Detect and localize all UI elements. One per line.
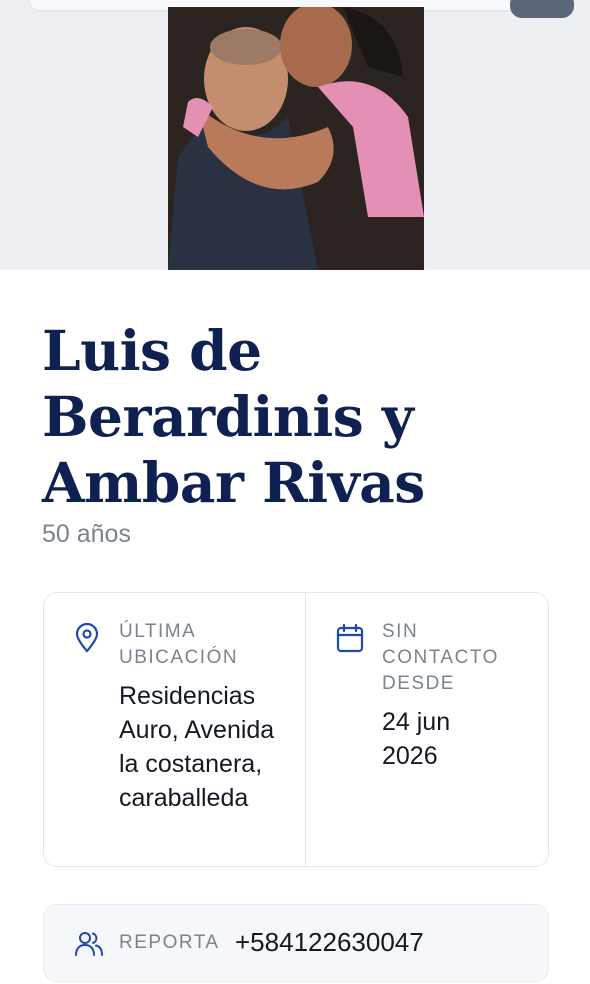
profile-photo xyxy=(168,7,424,270)
last-location-label-line2: UBICACIÓN xyxy=(119,647,239,668)
calendar-icon xyxy=(336,623,364,658)
no-contact-label-line3: DESDE xyxy=(382,673,455,694)
photo-header xyxy=(0,0,590,270)
reporter-box[interactable]: REPORTA +584122630047 xyxy=(43,904,549,982)
last-location-value: Residencias Auro, Avenida la costanera, … xyxy=(119,682,275,812)
last-location-label-line1: ÚLTIMA xyxy=(119,621,197,642)
no-contact-label-line2: CONTACTO xyxy=(382,647,499,668)
no-contact-since: SIN CONTACTO DESDE 24 jun 2026 xyxy=(382,619,499,773)
users-icon xyxy=(74,931,104,962)
card-divider xyxy=(305,593,306,866)
person-name: Luis de Berardinis y Ambar Rivas xyxy=(42,318,425,515)
reporter-phone[interactable]: +584122630047 xyxy=(235,927,424,958)
no-contact-label: SIN CONTACTO DESDE xyxy=(382,619,499,697)
no-contact-value: 24 jun 2026 xyxy=(382,708,451,770)
reporter-label: REPORTA xyxy=(119,932,220,953)
no-contact-label-line1: SIN xyxy=(382,621,419,642)
details-card: ÚLTIMA UBICACIÓN Residencias Auro, Aveni… xyxy=(43,592,549,867)
header-button[interactable] xyxy=(510,0,574,18)
person-age: 50 años xyxy=(42,520,131,548)
last-location: ÚLTIMA UBICACIÓN Residencias Auro, Aveni… xyxy=(119,619,289,815)
last-location-label: ÚLTIMA UBICACIÓN xyxy=(119,619,289,671)
map-pin-icon xyxy=(74,622,100,658)
